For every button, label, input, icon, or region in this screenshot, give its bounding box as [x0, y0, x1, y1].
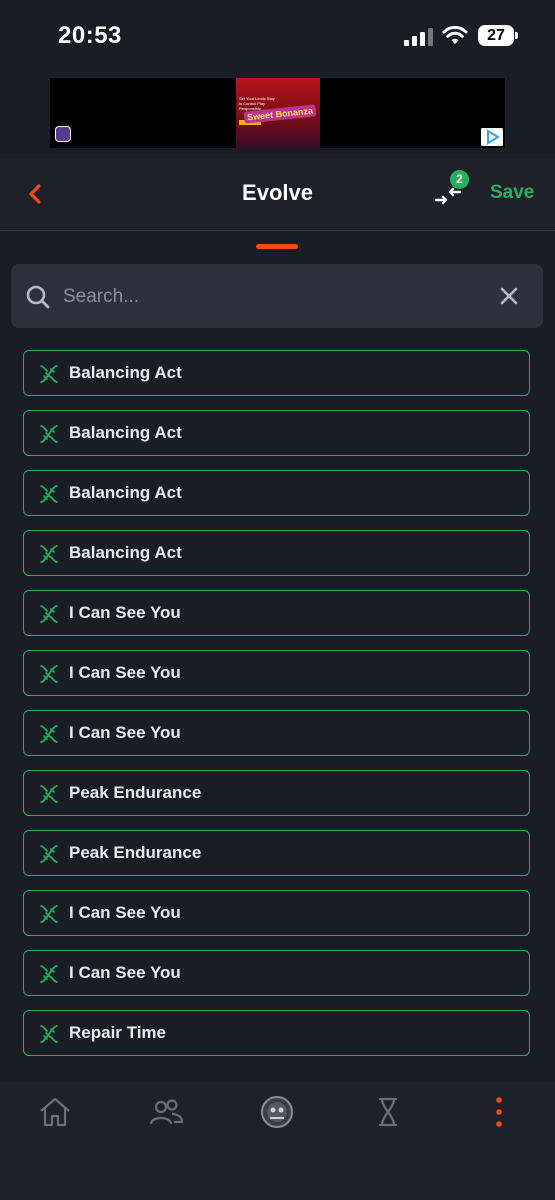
list-item[interactable]: Balancing Act	[23, 470, 530, 516]
list-item-label: Peak Endurance	[69, 843, 202, 862]
list-item-label: I Can See You	[69, 603, 181, 622]
perk-list[interactable]: Stay FrostyBalancing ActBalancing ActBal…	[0, 336, 555, 1082]
ad-choices-icon[interactable]	[481, 128, 503, 146]
dna-icon	[38, 963, 60, 990]
swap-count-badge: 2	[450, 170, 469, 189]
list-item-label: Balancing Act	[69, 483, 182, 502]
battery-tip	[515, 32, 518, 39]
dna-icon	[38, 1023, 60, 1050]
list-item-label: Balancing Act	[69, 363, 182, 382]
list-item[interactable]: I Can See You	[23, 590, 530, 636]
list-item-label: Balancing Act	[69, 543, 182, 562]
dna-icon	[38, 663, 60, 690]
list-item[interactable]: I Can See You	[23, 650, 530, 696]
list-item[interactable]: I Can See You	[23, 710, 530, 756]
page-title: Evolve	[242, 180, 313, 205]
dna-icon	[38, 903, 60, 930]
list-item-label: I Can See You	[69, 963, 181, 982]
club-icon[interactable]	[259, 1094, 295, 1130]
more-icon[interactable]	[481, 1094, 517, 1130]
close-icon[interactable]	[499, 286, 519, 306]
dna-icon	[38, 843, 60, 870]
dna-icon	[38, 723, 60, 750]
ad-banner[interactable]: Set Your Limits Stay in Control Play Res…	[50, 78, 505, 148]
header: Evolve 2 Save	[0, 158, 555, 231]
list-item[interactable]: Peak Endurance	[23, 830, 530, 876]
home-icon[interactable]	[37, 1094, 73, 1130]
list-item[interactable]: Balancing Act	[23, 410, 530, 456]
save-button[interactable]: Save	[490, 182, 534, 204]
list-item-label: Peak Endurance	[69, 783, 202, 802]
search-input[interactable]	[61, 278, 485, 316]
list-item-label: Repair Time	[69, 1023, 167, 1042]
battery-indicator: 27	[478, 25, 514, 46]
search-icon	[26, 285, 50, 309]
list-item[interactable]: I Can See You	[23, 890, 530, 936]
list-item-label: Balancing Act	[69, 423, 182, 442]
wifi-icon	[442, 25, 468, 44]
dna-icon	[38, 363, 60, 390]
list-item[interactable]: I Can See You	[23, 950, 530, 996]
dna-icon	[38, 483, 60, 510]
list-item-label: I Can See You	[69, 723, 181, 742]
bottom-nav	[0, 1082, 555, 1200]
status-bar: 20:53 27	[0, 0, 555, 72]
dna-icon	[38, 423, 60, 450]
ad-creative[interactable]: Set Your Limits Stay in Control Play Res…	[236, 78, 320, 148]
list-item[interactable]: Balancing Act	[23, 350, 530, 396]
signal-icon	[404, 28, 434, 46]
status-time: 20:53	[58, 22, 122, 49]
search-bar	[11, 264, 543, 328]
list-item-label: I Can See You	[69, 903, 181, 922]
hourglass-dna-icon[interactable]	[370, 1094, 406, 1130]
sheet-drag-handle[interactable]	[256, 244, 298, 249]
ad-logo	[55, 126, 71, 142]
list-item[interactable]: Peak Endurance	[23, 770, 530, 816]
list-item[interactable]: Balancing Act	[23, 530, 530, 576]
list-item[interactable]: Repair Time	[23, 1010, 530, 1056]
dna-icon	[38, 543, 60, 570]
dna-icon	[38, 603, 60, 630]
people-icon[interactable]	[148, 1094, 184, 1130]
list-item-label: I Can See You	[69, 663, 181, 682]
dna-icon	[38, 783, 60, 810]
